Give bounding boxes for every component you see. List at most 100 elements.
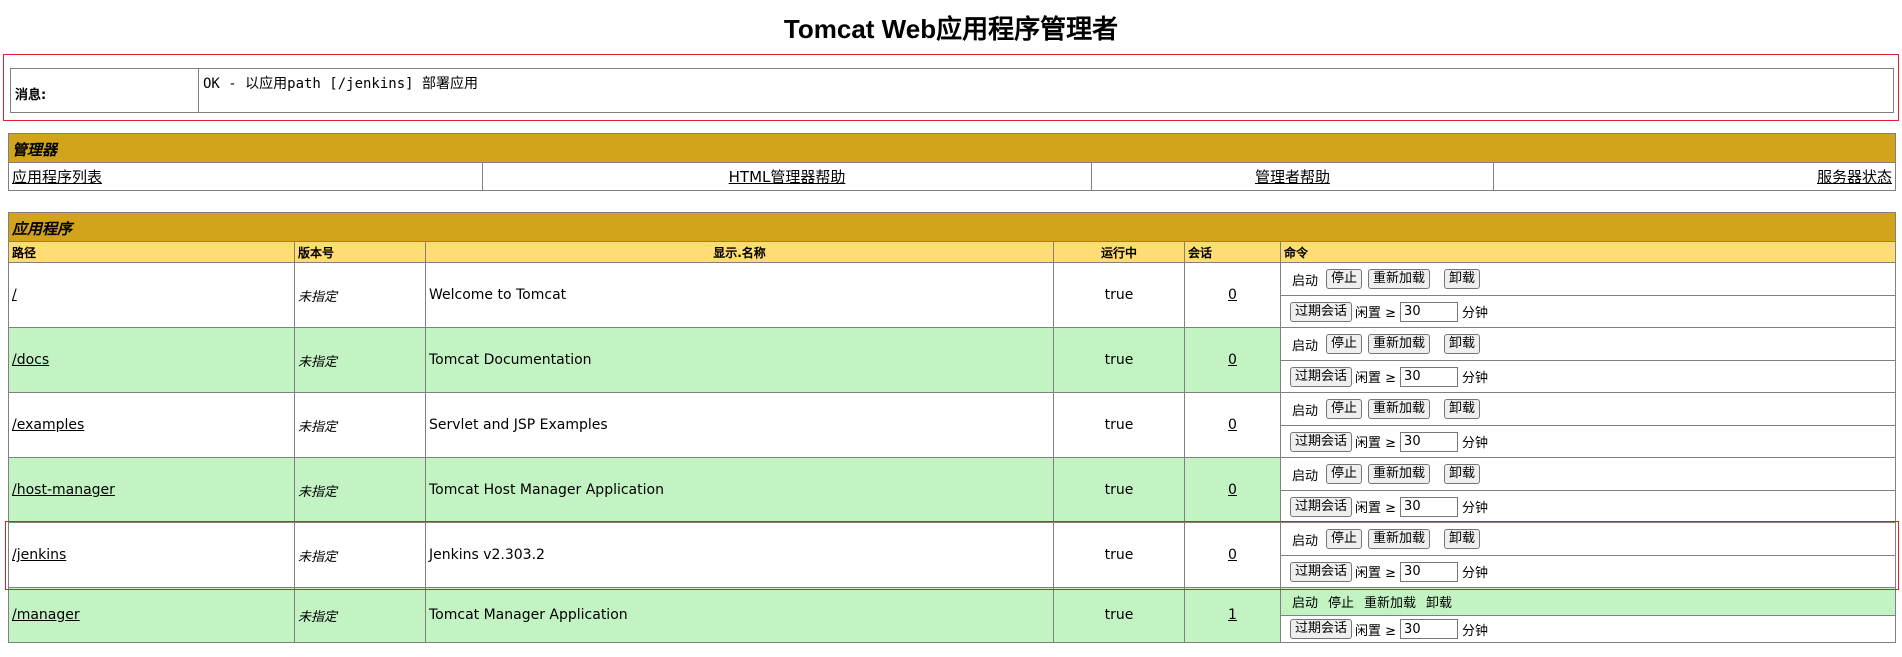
- expire-sessions-commands: 过期会话 闲置 ≥ 分钟: [1281, 490, 1895, 522]
- app-path-cell: /examples: [8, 392, 295, 458]
- app-path-cell: /docs: [8, 327, 295, 393]
- manager-nav-cell: 服务器状态: [1493, 162, 1896, 191]
- undeploy-button[interactable]: 卸载: [1444, 334, 1481, 354]
- expire-sessions-button[interactable]: 过期会话: [1290, 561, 1353, 582]
- app-sessions-link[interactable]: 0: [1228, 287, 1237, 303]
- undeploy-button[interactable]: 卸载: [1444, 399, 1481, 419]
- app-sessions-cell: 0: [1184, 392, 1281, 458]
- html-manager-help-link[interactable]: HTML管理器帮助: [729, 168, 846, 186]
- stop-button[interactable]: 停止: [1326, 464, 1363, 484]
- expire-sessions-button[interactable]: 过期会话: [1290, 431, 1353, 452]
- app-sessions-link[interactable]: 0: [1228, 352, 1237, 368]
- app-path-link[interactable]: /manager: [12, 607, 80, 623]
- idle-label: 闲置 ≥: [1355, 566, 1397, 581]
- idle-minutes-input[interactable]: [1400, 561, 1459, 582]
- app-sessions-cell: 0: [1184, 262, 1281, 328]
- message-table: 消息: OK - 以应用path [/jenkins] 部署应用: [10, 68, 1894, 113]
- app-path-link[interactable]: /docs: [12, 352, 49, 368]
- idle-minutes-input[interactable]: [1400, 301, 1459, 322]
- app-commands-cell: 启动 停止 重新加载 卸载 过期会话 闲置 ≥ 分钟: [1280, 522, 1896, 588]
- expire-sessions-button[interactable]: 过期会话: [1290, 496, 1353, 517]
- app-display-name: Tomcat Manager Application: [425, 587, 1054, 643]
- app-version: 未指定: [294, 587, 426, 643]
- app-sessions-cell: 0: [1184, 522, 1281, 588]
- start-label: 启动: [1292, 338, 1319, 354]
- column-header-version: 版本号: [294, 241, 426, 263]
- undeploy-button[interactable]: 卸载: [1444, 269, 1481, 289]
- expire-sessions-button[interactable]: 过期会话: [1290, 619, 1353, 639]
- reload-button[interactable]: 重新加载: [1368, 399, 1431, 419]
- undeploy-button[interactable]: 卸载: [1444, 529, 1481, 549]
- reload-button[interactable]: 重新加载: [1368, 269, 1431, 289]
- table-row: /jenkins 未指定 Jenkins v2.303.2 true 0 启动 …: [8, 522, 1896, 588]
- lifecycle-commands: 启动 停止 重新加载 卸载: [1281, 523, 1895, 555]
- manager-nav-table: 管理器 应用程序列表 HTML管理器帮助 管理者帮助 服务器状态: [8, 133, 1896, 191]
- expire-sessions-button[interactable]: 过期会话: [1290, 301, 1353, 322]
- start-label: 启动: [1292, 468, 1319, 484]
- reload-button[interactable]: 重新加载: [1368, 464, 1431, 484]
- lifecycle-commands: 启动 停止 重新加载 卸载: [1281, 588, 1895, 615]
- minutes-label: 分钟: [1462, 566, 1489, 581]
- list-applications-link[interactable]: 应用程序列表: [12, 168, 102, 186]
- lifecycle-commands: 启动 停止 重新加载 卸载: [1281, 458, 1895, 490]
- app-path-cell: /host-manager: [8, 457, 295, 523]
- reload-button[interactable]: 重新加载: [1368, 529, 1431, 549]
- idle-minutes-input[interactable]: [1400, 619, 1459, 639]
- idle-minutes-input[interactable]: [1400, 431, 1459, 452]
- reload-button[interactable]: 重新加载: [1368, 334, 1431, 354]
- table-row: /host-manager 未指定 Tomcat Host Manager Ap…: [8, 457, 1896, 523]
- app-path-link[interactable]: /jenkins: [12, 547, 66, 563]
- app-path-link[interactable]: /host-manager: [12, 482, 115, 498]
- app-display-name: Tomcat Host Manager Application: [425, 457, 1054, 523]
- stop-button[interactable]: 停止: [1326, 334, 1363, 354]
- app-version: 未指定: [294, 327, 426, 393]
- expire-sessions-commands: 过期会话 闲置 ≥ 分钟: [1281, 425, 1895, 457]
- manager-section-header: 管理器: [8, 133, 1896, 163]
- minutes-label: 分钟: [1462, 623, 1489, 639]
- idle-minutes-input[interactable]: [1400, 496, 1459, 517]
- reload-label: 重新加载: [1364, 596, 1417, 611]
- app-sessions-link[interactable]: 0: [1228, 482, 1237, 498]
- app-path-link[interactable]: /: [12, 287, 17, 303]
- app-commands-cell: 启动 停止 重新加载 卸载 过期会话 闲置 ≥ 分钟: [1280, 262, 1896, 328]
- manager-help-link[interactable]: 管理者帮助: [1255, 168, 1330, 186]
- table-row: / 未指定 Welcome to Tomcat true 0 启动 停止 重新加…: [8, 262, 1896, 328]
- app-running-status: true: [1053, 262, 1185, 328]
- app-sessions-link[interactable]: 0: [1228, 417, 1237, 433]
- column-header-sessions: 会话: [1184, 241, 1281, 263]
- table-row: /manager 未指定 Tomcat Manager Application …: [8, 587, 1896, 643]
- stop-button[interactable]: 停止: [1326, 399, 1363, 419]
- app-version: 未指定: [294, 392, 426, 458]
- message-label: 消息:: [10, 68, 199, 113]
- idle-minutes-input[interactable]: [1400, 366, 1459, 387]
- app-commands-cell: 启动 停止 重新加载 卸载 过期会话 闲置 ≥ 分钟: [1280, 587, 1896, 643]
- expire-sessions-commands: 过期会话 闲置 ≥ 分钟: [1281, 295, 1895, 327]
- start-label: 启动: [1292, 596, 1319, 611]
- app-running-status: true: [1053, 587, 1185, 643]
- app-sessions-cell: 0: [1184, 327, 1281, 393]
- minutes-label: 分钟: [1462, 371, 1489, 386]
- expire-sessions-button[interactable]: 过期会话: [1290, 366, 1353, 387]
- column-header-path: 路径: [8, 241, 295, 263]
- server-status-link[interactable]: 服务器状态: [1817, 168, 1892, 186]
- app-sessions-link[interactable]: 1: [1228, 607, 1237, 623]
- app-commands-cell: 启动 停止 重新加载 卸载 过期会话 闲置 ≥ 分钟: [1280, 457, 1896, 523]
- undeploy-label: 卸载: [1426, 596, 1453, 611]
- idle-label: 闲置 ≥: [1355, 436, 1397, 451]
- stop-button[interactable]: 停止: [1326, 269, 1363, 289]
- expire-sessions-commands: 过期会话 闲置 ≥ 分钟: [1281, 615, 1895, 642]
- manager-nav-cell: HTML管理器帮助: [482, 162, 1092, 191]
- manager-nav-cell: 应用程序列表: [8, 162, 483, 191]
- stop-button[interactable]: 停止: [1326, 529, 1363, 549]
- app-running-status: true: [1053, 522, 1185, 588]
- app-path-link[interactable]: /examples: [12, 417, 84, 433]
- start-label: 启动: [1292, 273, 1319, 289]
- app-path-cell: /manager: [8, 587, 295, 643]
- page-title: Tomcat Web应用程序管理者: [783, 14, 1119, 44]
- idle-label: 闲置 ≥: [1355, 623, 1397, 639]
- undeploy-button[interactable]: 卸载: [1444, 464, 1481, 484]
- app-display-name: Servlet and JSP Examples: [425, 392, 1054, 458]
- app-sessions-link[interactable]: 0: [1228, 547, 1237, 563]
- manager-nav-cell: 管理者帮助: [1091, 162, 1494, 191]
- app-version: 未指定: [294, 522, 426, 588]
